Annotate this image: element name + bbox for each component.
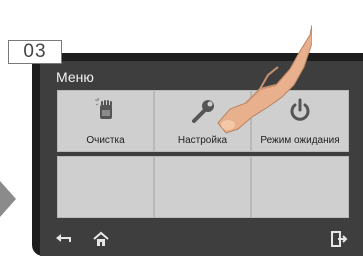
hand-pointer-icon — [216, 24, 313, 135]
step-number-badge: 03 — [8, 40, 62, 64]
tile-empty-2[interactable] — [154, 156, 251, 218]
menu-title: Меню — [56, 69, 94, 85]
back-arrow-icon[interactable] — [55, 230, 73, 248]
tile-label: Режим ожидания — [260, 135, 340, 146]
touch-screen: Меню Очистка Настройка Режим ожидания — [40, 61, 363, 256]
exit-icon[interactable] — [330, 230, 348, 248]
tile-empty-3[interactable] — [251, 156, 349, 218]
tile-empty-1[interactable] — [57, 156, 154, 218]
bottom-navigation-bar — [40, 224, 363, 256]
side-arrow-marker — [0, 181, 16, 217]
home-icon[interactable] — [92, 230, 110, 248]
tile-cleaning[interactable]: Очистка — [57, 90, 154, 152]
tile-label: Настройка — [177, 135, 228, 146]
tile-label: Очистка — [86, 135, 125, 146]
cleaning-icon — [58, 96, 153, 124]
